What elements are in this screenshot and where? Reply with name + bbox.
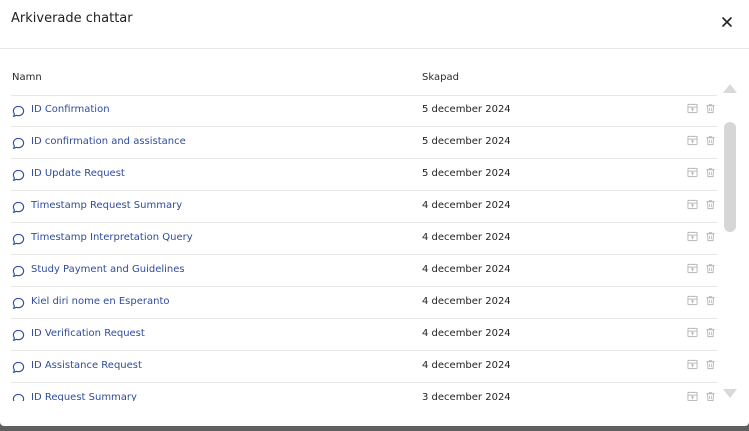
table-row: Kiel diri nome en Esperanto 4 december 2…: [11, 287, 717, 319]
chat-link[interactable]: Kiel diri nome en Esperanto: [31, 296, 169, 307]
table-row: ID Confirmation 5 december 2024: [11, 95, 717, 127]
chat-bubble-icon: [12, 201, 25, 214]
chat-link[interactable]: ID Confirmation: [31, 104, 110, 115]
chat-link[interactable]: ID Verification Request: [31, 328, 145, 339]
chat-link[interactable]: ID Assistance Request: [31, 360, 142, 371]
chat-created-date: 4 december 2024: [422, 360, 511, 371]
table-body: ID Confirmation 5 december 2024 ID confi…: [11, 95, 717, 401]
unarchive-icon[interactable]: [687, 295, 698, 306]
chat-bubble-icon: [12, 169, 25, 182]
trash-icon[interactable]: [705, 295, 716, 306]
table-row: ID Assistance Request 4 december 2024: [11, 351, 717, 383]
unarchive-icon[interactable]: [687, 263, 698, 274]
trash-icon[interactable]: [705, 263, 716, 274]
archived-chats-table: Namn Skapad ID Confirmation 5 december 2…: [0, 49, 749, 401]
trash-icon[interactable]: [705, 391, 716, 401]
chat-created-date: 4 december 2024: [422, 264, 511, 275]
column-header-created: Skapad: [422, 72, 459, 83]
unarchive-icon[interactable]: [687, 231, 698, 242]
scroll-up-arrow-icon[interactable]: [723, 84, 737, 93]
chat-link[interactable]: Study Payment and Guidelines: [31, 264, 185, 275]
trash-icon[interactable]: [705, 359, 716, 370]
chat-link[interactable]: ID Update Request: [31, 168, 125, 179]
chat-bubble-icon: [12, 329, 25, 342]
scroll-down-arrow-icon[interactable]: [723, 389, 737, 398]
chat-created-date: 4 december 2024: [422, 200, 511, 211]
chat-bubble-icon: [12, 105, 25, 118]
chat-created-date: 5 december 2024: [422, 136, 511, 147]
scrollbar-thumb[interactable]: [724, 122, 736, 232]
chat-created-date: 3 december 2024: [422, 392, 511, 401]
trash-icon[interactable]: [705, 327, 716, 338]
table-header: Namn Skapad: [11, 71, 717, 96]
chat-created-date: 4 december 2024: [422, 296, 511, 307]
chat-created-date: 5 december 2024: [422, 104, 511, 115]
table-row: ID Verification Request 4 december 2024: [11, 319, 717, 351]
chat-bubble-icon: [12, 361, 25, 374]
chat-created-date: 5 december 2024: [422, 168, 511, 179]
trash-icon[interactable]: [705, 103, 716, 114]
archived-chats-dialog: Arkiverade chattar Namn Skapad ID Confir…: [0, 0, 749, 426]
chat-bubble-icon: [12, 297, 25, 310]
table-row: Timestamp Interpretation Query 4 decembe…: [11, 223, 717, 255]
unarchive-icon[interactable]: [687, 359, 698, 370]
close-button[interactable]: [719, 14, 735, 30]
trash-icon[interactable]: [705, 199, 716, 210]
table-row: Study Payment and Guidelines 4 december …: [11, 255, 717, 287]
chat-created-date: 4 december 2024: [422, 232, 511, 243]
table-row: Timestamp Request Summary 4 december 202…: [11, 191, 717, 223]
trash-icon[interactable]: [705, 231, 716, 242]
trash-icon[interactable]: [705, 167, 716, 178]
chat-link[interactable]: Timestamp Interpretation Query: [31, 232, 193, 243]
unarchive-icon[interactable]: [687, 103, 698, 114]
table-row: ID confirmation and assistance 5 decembe…: [11, 127, 717, 159]
chat-bubble-icon: [12, 137, 25, 150]
chat-link[interactable]: Timestamp Request Summary: [31, 200, 182, 211]
unarchive-icon[interactable]: [687, 327, 698, 338]
close-icon: [722, 17, 732, 27]
vertical-scrollbar[interactable]: [723, 84, 737, 398]
dialog-title: Arkiverade chattar: [11, 11, 133, 26]
unarchive-icon[interactable]: [687, 391, 698, 401]
chat-bubble-icon: [12, 233, 25, 246]
unarchive-icon[interactable]: [687, 167, 698, 178]
trash-icon[interactable]: [705, 135, 716, 146]
chat-link[interactable]: ID confirmation and assistance: [31, 136, 186, 147]
chat-bubble-icon: [12, 393, 25, 401]
unarchive-icon[interactable]: [687, 135, 698, 146]
unarchive-icon[interactable]: [687, 199, 698, 210]
table-row: ID Request Summary 3 december 2024: [11, 383, 717, 401]
chat-link[interactable]: ID Request Summary: [31, 392, 137, 401]
chat-created-date: 4 december 2024: [422, 328, 511, 339]
column-header-name: Namn: [12, 72, 42, 83]
chat-bubble-icon: [12, 265, 25, 278]
table-row: ID Update Request 5 december 2024: [11, 159, 717, 191]
dialog-header: Arkiverade chattar: [0, 0, 749, 49]
